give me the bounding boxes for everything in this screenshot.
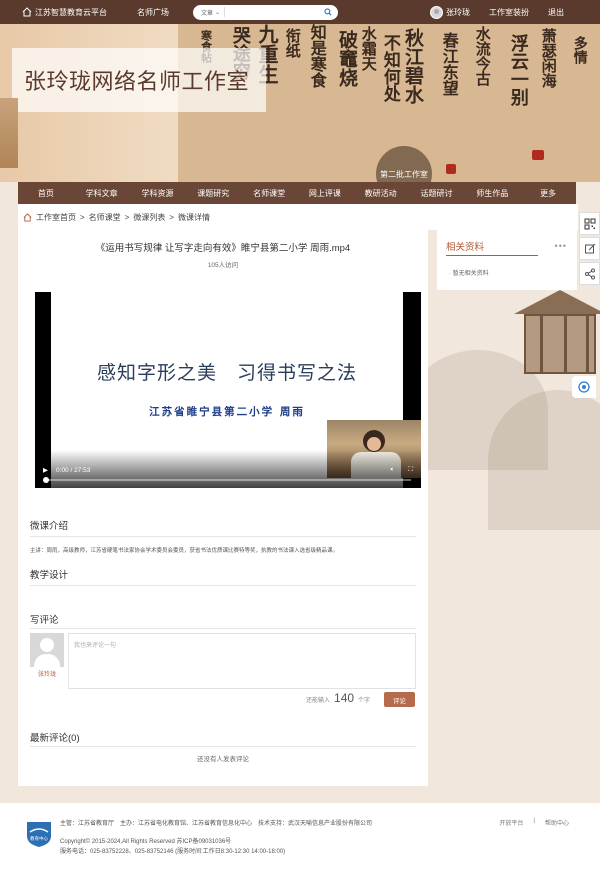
progress-bar[interactable] — [43, 477, 411, 483]
nav-topics[interactable]: 话题研讨 — [409, 188, 465, 199]
comment-heading: 写评论 — [30, 615, 59, 626]
footer-sponsors: 主管：江苏省教育厅 主办：江苏省电化教育馆、江苏省教育信息化中心 技术支持：武汉… — [60, 821, 373, 827]
search-scope-label: 文章 — [201, 10, 214, 17]
volume-icon[interactable]: 🔈︎ — [391, 466, 395, 474]
video-controls: ▶ 0:00 / 27:53 🔈︎ ⛶ — [35, 450, 421, 488]
divider — [30, 585, 416, 586]
qr-code-icon — [584, 218, 595, 229]
share-button[interactable] — [579, 262, 600, 285]
studio-title: 张玲珑网络名师工作室 — [12, 48, 266, 112]
footer: 教育中心 主管：江苏省教育厅 主办：江苏省电化教育馆、江苏省教育信息化中心 技术… — [0, 803, 600, 872]
char-counter-unit: 个字 — [358, 698, 371, 704]
svg-text:教育中心: 教育中心 — [30, 835, 48, 842]
top-bar: 江苏智慧教育云平台 名师广场 文章 ⌄ 张玲珑 工作室装扮 退出 — [0, 0, 600, 24]
slide-subtitle: 江苏省睢宁县第二小学 周雨 — [149, 406, 305, 418]
design-heading: 教学设计 — [30, 570, 69, 581]
studio-banner: 秋江碧水 不知何处 水霜天 破竈烧 知是寒食 衔纸 九重生 哭途穷 寒食帖 春江… — [0, 24, 600, 182]
nav-lesson-review[interactable]: 网上评课 — [297, 188, 353, 199]
decorative-landscape — [428, 290, 600, 790]
latest-comments-heading: 最新评论(0) — [30, 733, 80, 744]
no-comment-text: 还没有人发表评论 — [197, 756, 249, 763]
platform-name: 江苏智慧教育云平台 — [35, 7, 107, 17]
breadcrumb-separator: > — [80, 212, 85, 222]
logout-link[interactable]: 退出 — [548, 7, 564, 18]
intro-heading: 微课介绍 — [30, 521, 69, 532]
breadcrumb-studio-home[interactable]: 工作室首页 — [36, 212, 76, 223]
decorative-seal — [0, 98, 18, 168]
home-icon — [22, 7, 32, 17]
footer-copyright: Copyright© 2015-2024,All Rights Reserved… — [60, 839, 232, 845]
divider — [30, 746, 416, 747]
assistant-icon — [578, 381, 590, 393]
submit-comment-button[interactable]: 评论 — [384, 692, 415, 707]
breadcrumb-separator: > — [169, 212, 175, 222]
help-center-link[interactable]: 帮助中心 — [545, 818, 569, 827]
play-icon[interactable]: ▶ — [43, 466, 48, 474]
user-name[interactable]: 张玲珑 — [446, 7, 470, 18]
nav-resources[interactable]: 学科资源 — [130, 188, 186, 199]
commenter-avatar — [30, 633, 64, 667]
chevron-down-icon: ⌄ — [215, 9, 221, 16]
char-counter-label: 还能输入 — [306, 698, 331, 704]
search-scope-select[interactable]: 文章 ⌄ — [193, 7, 226, 17]
footer-links: 开放平台 | 帮助中心 — [499, 818, 569, 827]
open-platform-link[interactable]: 开放平台 — [499, 818, 523, 827]
share-icon — [584, 268, 595, 279]
search-box: 文章 ⌄ — [193, 4, 338, 20]
fullscreen-icon[interactable]: ⛶ — [408, 466, 413, 474]
decorate-studio-link[interactable]: 工作室装扮 — [489, 7, 529, 18]
breadcrumb-separator: > — [124, 212, 130, 222]
education-center-logo: 教育中心 — [27, 822, 51, 847]
nav-home[interactable]: 首页 — [18, 188, 74, 199]
breadcrumb: 工作室首页 > 名师课堂 > 微课列表 > 微课详情 — [18, 204, 578, 230]
footer-link-separator: | — [533, 818, 535, 824]
nav-works[interactable]: 师生作品 — [464, 188, 520, 199]
user-avatar[interactable] — [430, 5, 443, 19]
visit-count: 105人访问 — [207, 262, 239, 269]
nav-more[interactable]: 更多 — [520, 188, 576, 199]
char-counter-number: 140 — [334, 691, 355, 705]
edit-button[interactable] — [579, 237, 600, 260]
comment-input[interactable]: 我也来评论一句 — [68, 633, 416, 689]
divider — [446, 255, 538, 256]
assistant-button[interactable] — [572, 376, 596, 398]
video-time: 0:00 / 27:53 — [56, 466, 91, 474]
edit-icon — [584, 243, 595, 253]
home-icon — [23, 212, 32, 222]
video-player[interactable]: 感知字形之美 习得书写之法 江苏省睢宁县第二小学 周雨 ▶ 0:00 / 27:… — [35, 292, 421, 488]
related-materials-title: 相关资料 — [446, 242, 485, 253]
platform-home-link[interactable]: 江苏智慧教育云平台 — [22, 7, 107, 18]
char-counter: 还能输入 140 个字 — [306, 691, 370, 705]
slide-heading: 感知字形之美 习得书写之法 — [96, 362, 357, 384]
breadcrumb-micro-list[interactable]: 微课列表 — [133, 212, 165, 223]
qr-code-button[interactable] — [579, 212, 600, 235]
breadcrumb-current: 微课详情 — [178, 212, 211, 222]
no-materials-text: 暂无相关资料 — [449, 268, 489, 277]
breadcrumb-classroom[interactable]: 名师课堂 — [89, 212, 121, 223]
divider — [30, 628, 416, 629]
footer-service-phone: 服务电话：025-83752228、025-83752146 (服务时间:工作日… — [60, 849, 286, 855]
floating-toolbar — [579, 212, 600, 287]
nav-classroom[interactable]: 名师课堂 — [241, 188, 297, 199]
search-input[interactable] — [225, 6, 324, 18]
main-content: 《运用书写规律 让写字走向有效》睢宁县第二小学 周雨.mp4 105人访问 感知… — [18, 230, 428, 786]
divider — [30, 536, 416, 537]
search-icon[interactable] — [324, 8, 332, 16]
nav-articles[interactable]: 学科文章 — [74, 188, 130, 199]
related-materials-panel: 相关资料 ••• 暂无相关资料 — [437, 230, 577, 290]
nav-research[interactable]: 课题研究 — [185, 188, 241, 199]
teacher-square-link[interactable]: 名师广场 — [137, 7, 169, 18]
progress-handle[interactable] — [43, 477, 49, 483]
nav-activities[interactable]: 教研活动 — [353, 188, 409, 199]
main-nav: 首页 学科文章 学科资源 课题研究 名师课堂 网上评课 教研活动 话题研讨 师生… — [18, 182, 576, 204]
video-title: 《运用书写规律 让写字走向有效》睢宁县第二小学 周雨.mp4 — [95, 243, 351, 254]
commenter-name: 张玲珑 — [37, 672, 56, 678]
intro-text: 主讲：周雨，高级教师，江苏省硬笔书法家协会学术委员会委员，获省书法优质课比赛特等… — [30, 548, 339, 554]
more-icon[interactable]: ••• — [555, 241, 567, 251]
